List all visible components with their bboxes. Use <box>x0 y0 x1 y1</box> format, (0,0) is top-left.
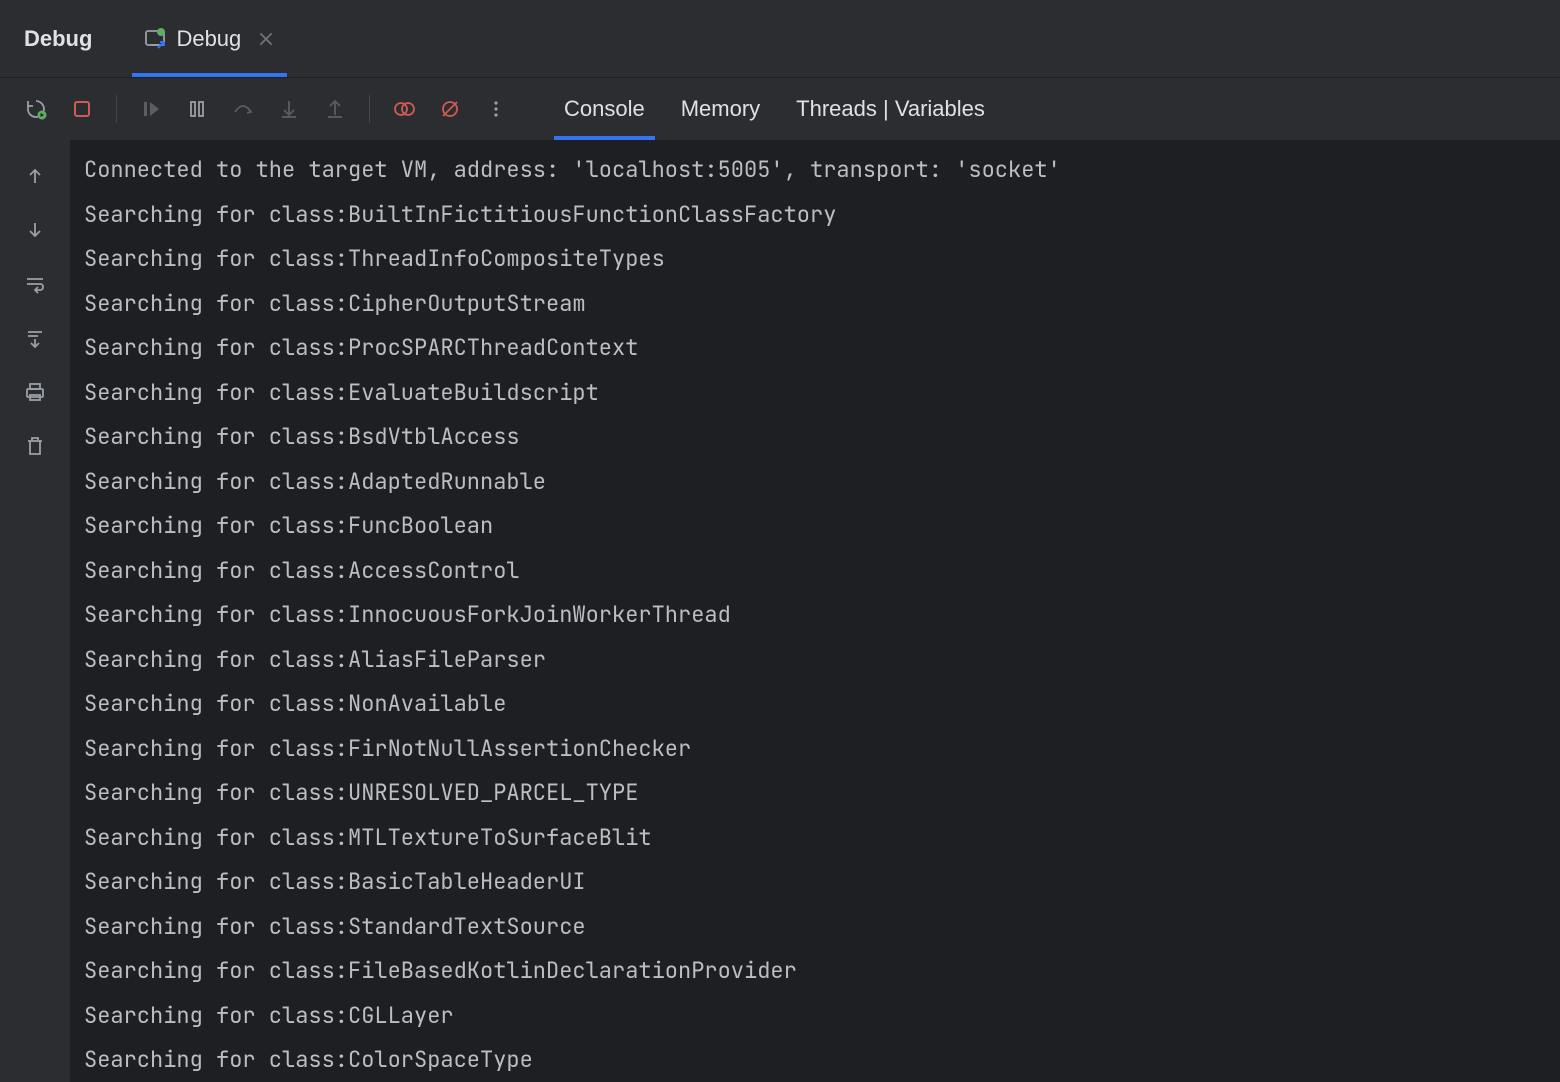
step-out-button[interactable] <box>317 91 353 127</box>
tab-label: Debug <box>176 26 241 52</box>
step-into-button[interactable] <box>271 91 307 127</box>
console-output[interactable]: Connected to the target VM, address: 'lo… <box>70 140 1560 1082</box>
console-gutter <box>0 140 70 1082</box>
separator <box>116 95 117 123</box>
debug-tool-window-title: Debug <box>24 26 92 52</box>
scroll-up-button[interactable] <box>17 158 53 194</box>
tab-threads-variables[interactable]: Threads | Variables <box>796 78 985 140</box>
print-button[interactable] <box>17 374 53 410</box>
scroll-to-end-button[interactable] <box>17 320 53 356</box>
clear-all-button[interactable] <box>17 428 53 464</box>
rerun-button[interactable] <box>18 91 54 127</box>
mute-breakpoints-button[interactable] <box>432 91 468 127</box>
more-actions-button[interactable] <box>478 91 514 127</box>
active-tab-indicator <box>132 73 287 77</box>
debug-body: Connected to the target VM, address: 'lo… <box>0 140 1560 1082</box>
debug-toolbar: Console Memory Threads | Variables <box>0 78 1560 140</box>
debug-session-tab[interactable]: Debug <box>132 0 287 77</box>
debug-sub-tabs: Console Memory Threads | Variables <box>564 78 985 140</box>
header: Debug Debug <box>0 0 1560 78</box>
close-icon[interactable] <box>257 30 275 48</box>
resume-button[interactable] <box>133 91 169 127</box>
tab-memory[interactable]: Memory <box>681 78 760 140</box>
pause-button[interactable] <box>179 91 215 127</box>
step-over-button[interactable] <box>225 91 261 127</box>
separator <box>369 95 370 123</box>
soft-wrap-button[interactable] <box>17 266 53 302</box>
tab-console[interactable]: Console <box>564 78 645 140</box>
run-config-icon <box>144 28 166 50</box>
scroll-down-button[interactable] <box>17 212 53 248</box>
view-breakpoints-button[interactable] <box>386 91 422 127</box>
stop-button[interactable] <box>64 91 100 127</box>
